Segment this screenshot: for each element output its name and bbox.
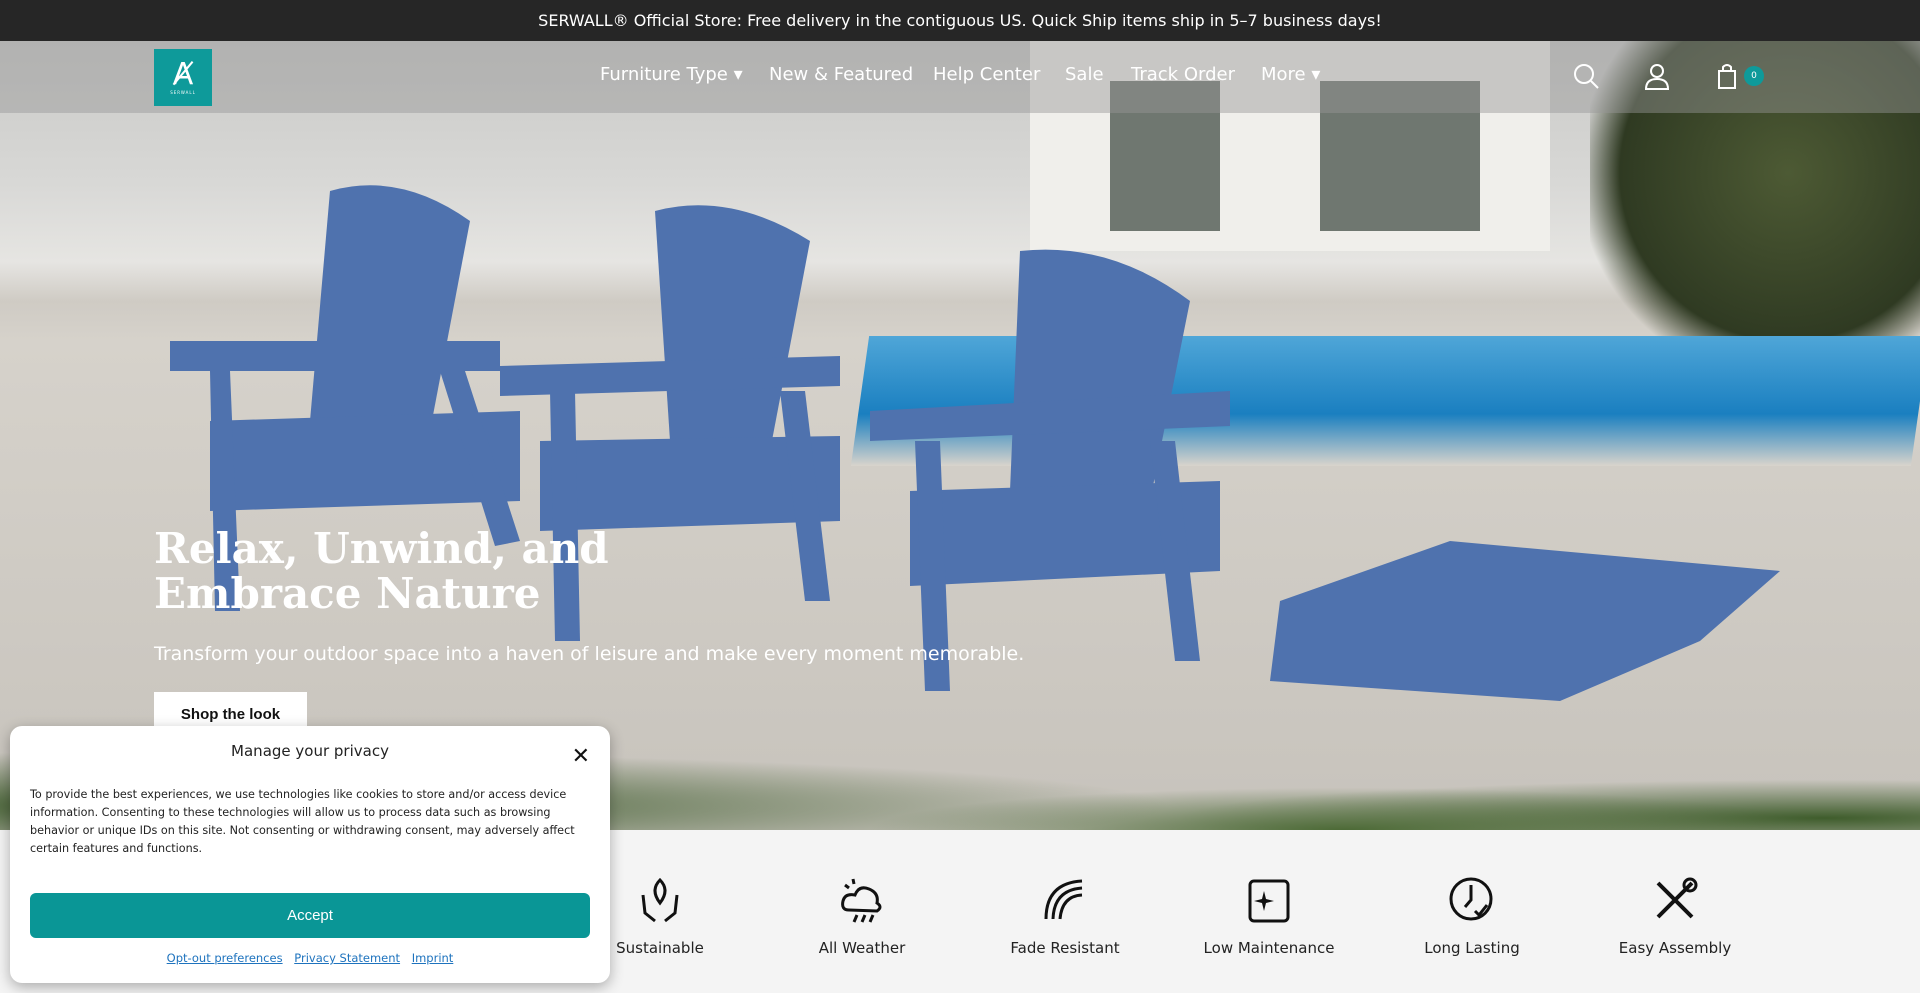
announcement-bar: SERWALL® Official Store: Free delivery i… bbox=[0, 0, 1920, 41]
rainbow-icon bbox=[1044, 879, 1083, 920]
hero-subtitle: Transform your outdoor space into a have… bbox=[154, 643, 1025, 665]
accept-button[interactable]: Accept bbox=[30, 893, 590, 938]
close-icon[interactable]: ✕ bbox=[572, 744, 590, 769]
feature-all-weather: All Weather bbox=[772, 875, 952, 957]
nav-track-order[interactable]: Track Order bbox=[1131, 64, 1235, 85]
feature-fade-resistant: Fade Resistant bbox=[975, 875, 1155, 957]
logo[interactable]: Ⱥ SERWALL bbox=[154, 49, 212, 106]
cart-icon[interactable] bbox=[1714, 62, 1742, 90]
imprint-link[interactable]: Imprint bbox=[412, 951, 454, 965]
privacy-links: Opt-out preferences Privacy Statement Im… bbox=[10, 951, 610, 965]
logo-mark: Ⱥ bbox=[172, 57, 194, 92]
feature-low-maintenance: Low Maintenance bbox=[1179, 875, 1359, 957]
search-icon[interactable] bbox=[1572, 62, 1600, 90]
announcement-text: SERWALL® Official Store: Free delivery i… bbox=[538, 11, 1382, 30]
privacy-title: Manage your privacy bbox=[231, 742, 389, 760]
hero-headline: Relax, Unwind, and Embrace Nature bbox=[154, 524, 609, 618]
feature-long-lasting: Long Lasting bbox=[1382, 875, 1562, 957]
nav-help-center[interactable]: Help Center bbox=[933, 64, 1040, 85]
logo-text: SERWALL bbox=[170, 90, 196, 95]
privacy-body: To provide the best experiences, we use … bbox=[30, 788, 575, 855]
clock-check-icon bbox=[1449, 877, 1493, 921]
cart-count-badge: 0 bbox=[1744, 66, 1764, 86]
sparkle-box-icon bbox=[1248, 879, 1290, 923]
nav-new-featured[interactable]: New & Featured bbox=[769, 64, 913, 85]
feature-easy-assembly: Easy Assembly bbox=[1585, 875, 1765, 957]
user-icon[interactable] bbox=[1643, 62, 1671, 90]
opt-out-link[interactable]: Opt-out preferences bbox=[167, 951, 283, 965]
sun-cloud-rain-icon bbox=[841, 878, 882, 923]
nav-sale[interactable]: Sale bbox=[1065, 64, 1104, 85]
nav-furniture-type[interactable]: Furniture Type ▾ bbox=[600, 64, 743, 85]
tools-icon bbox=[1656, 877, 1698, 919]
privacy-dialog: Manage your privacy ✕ To provide the bes… bbox=[10, 726, 610, 983]
hands-leaf-icon bbox=[641, 877, 679, 923]
nav-more[interactable]: More ▾ bbox=[1261, 64, 1320, 85]
privacy-statement-link[interactable]: Privacy Statement bbox=[294, 951, 400, 965]
